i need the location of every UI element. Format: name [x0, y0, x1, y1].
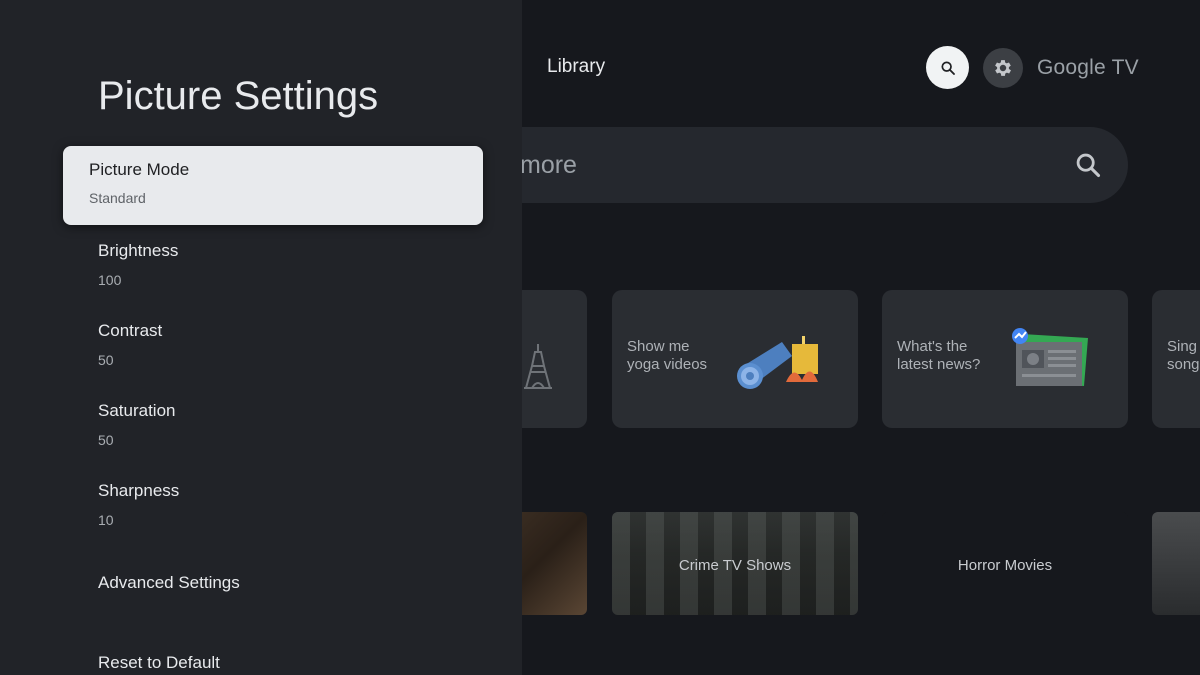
- yoga-mat-icon: [737, 336, 818, 389]
- genre-tile-horror-movies[interactable]: Horror Movies: [882, 512, 1128, 615]
- suggestion-card-text: Show me yoga videos: [627, 338, 708, 373]
- suggestion-card-text: What's the latest news?: [897, 338, 981, 373]
- search-icon: [1076, 153, 1101, 178]
- google-tv-logo: Google TV: [1037, 55, 1139, 79]
- search-bar-placeholder: more: [520, 151, 577, 179]
- suggestion-card-news[interactable]: What's the latest news?: [882, 290, 1128, 428]
- setting-picture-mode[interactable]: Picture Mode Standard: [63, 146, 483, 225]
- genre-tile-label: Horror Movies: [957, 557, 1053, 574]
- genre-tile[interactable]: [1152, 512, 1200, 615]
- setting-label: Saturation: [98, 401, 176, 420]
- search-icon: [940, 60, 955, 75]
- setting-value: 50: [98, 432, 114, 448]
- setting-label: Picture Mode: [89, 160, 190, 179]
- genre-tile-crime-tv-shows[interactable]: Crime TV Shows: [612, 512, 858, 615]
- settings-button[interactable]: [983, 47, 1023, 88]
- setting-advanced-settings[interactable]: Advanced Settings: [98, 573, 478, 593]
- setting-saturation[interactable]: Saturation 50: [98, 401, 478, 448]
- setting-sharpness[interactable]: Sharpness 10: [98, 481, 478, 528]
- top-right-controls: Google TV: [926, 46, 1139, 89]
- setting-label: Reset to Default: [98, 653, 220, 672]
- search-bar-icon-wrap: [1074, 151, 1102, 184]
- setting-label: Contrast: [98, 321, 163, 340]
- suggestion-card-text: Sing song: [1167, 338, 1200, 373]
- nav-tab-library[interactable]: Library: [547, 56, 605, 78]
- picture-settings-panel: Picture Settings Picture Mode Standard B…: [0, 0, 522, 675]
- panel-title: Picture Settings: [98, 74, 379, 118]
- genre-tile-label: Crime TV Shows: [678, 557, 792, 574]
- eiffel-tower-icon: [524, 344, 552, 389]
- setting-label: Sharpness: [98, 481, 180, 500]
- suggestion-card-sing[interactable]: Sing song: [1152, 290, 1200, 428]
- assistant-search-bar[interactable]: more: [420, 127, 1128, 203]
- setting-value: 100: [98, 272, 122, 288]
- setting-value: 50: [98, 352, 114, 368]
- setting-contrast[interactable]: Contrast 50: [98, 321, 478, 368]
- setting-label: Advanced Settings: [98, 573, 240, 592]
- setting-reset-to-default[interactable]: Reset to Default: [98, 653, 478, 673]
- setting-label: Brightness: [98, 241, 179, 260]
- search-button[interactable]: [926, 46, 969, 89]
- newspaper-icon: [1012, 328, 1088, 386]
- suggestion-card-yoga[interactable]: Show me yoga videos: [612, 290, 858, 428]
- setting-value: Standard: [89, 190, 146, 206]
- setting-value: 10: [98, 512, 114, 528]
- setting-brightness[interactable]: Brightness 100: [98, 241, 478, 288]
- gear-icon: [995, 59, 1011, 76]
